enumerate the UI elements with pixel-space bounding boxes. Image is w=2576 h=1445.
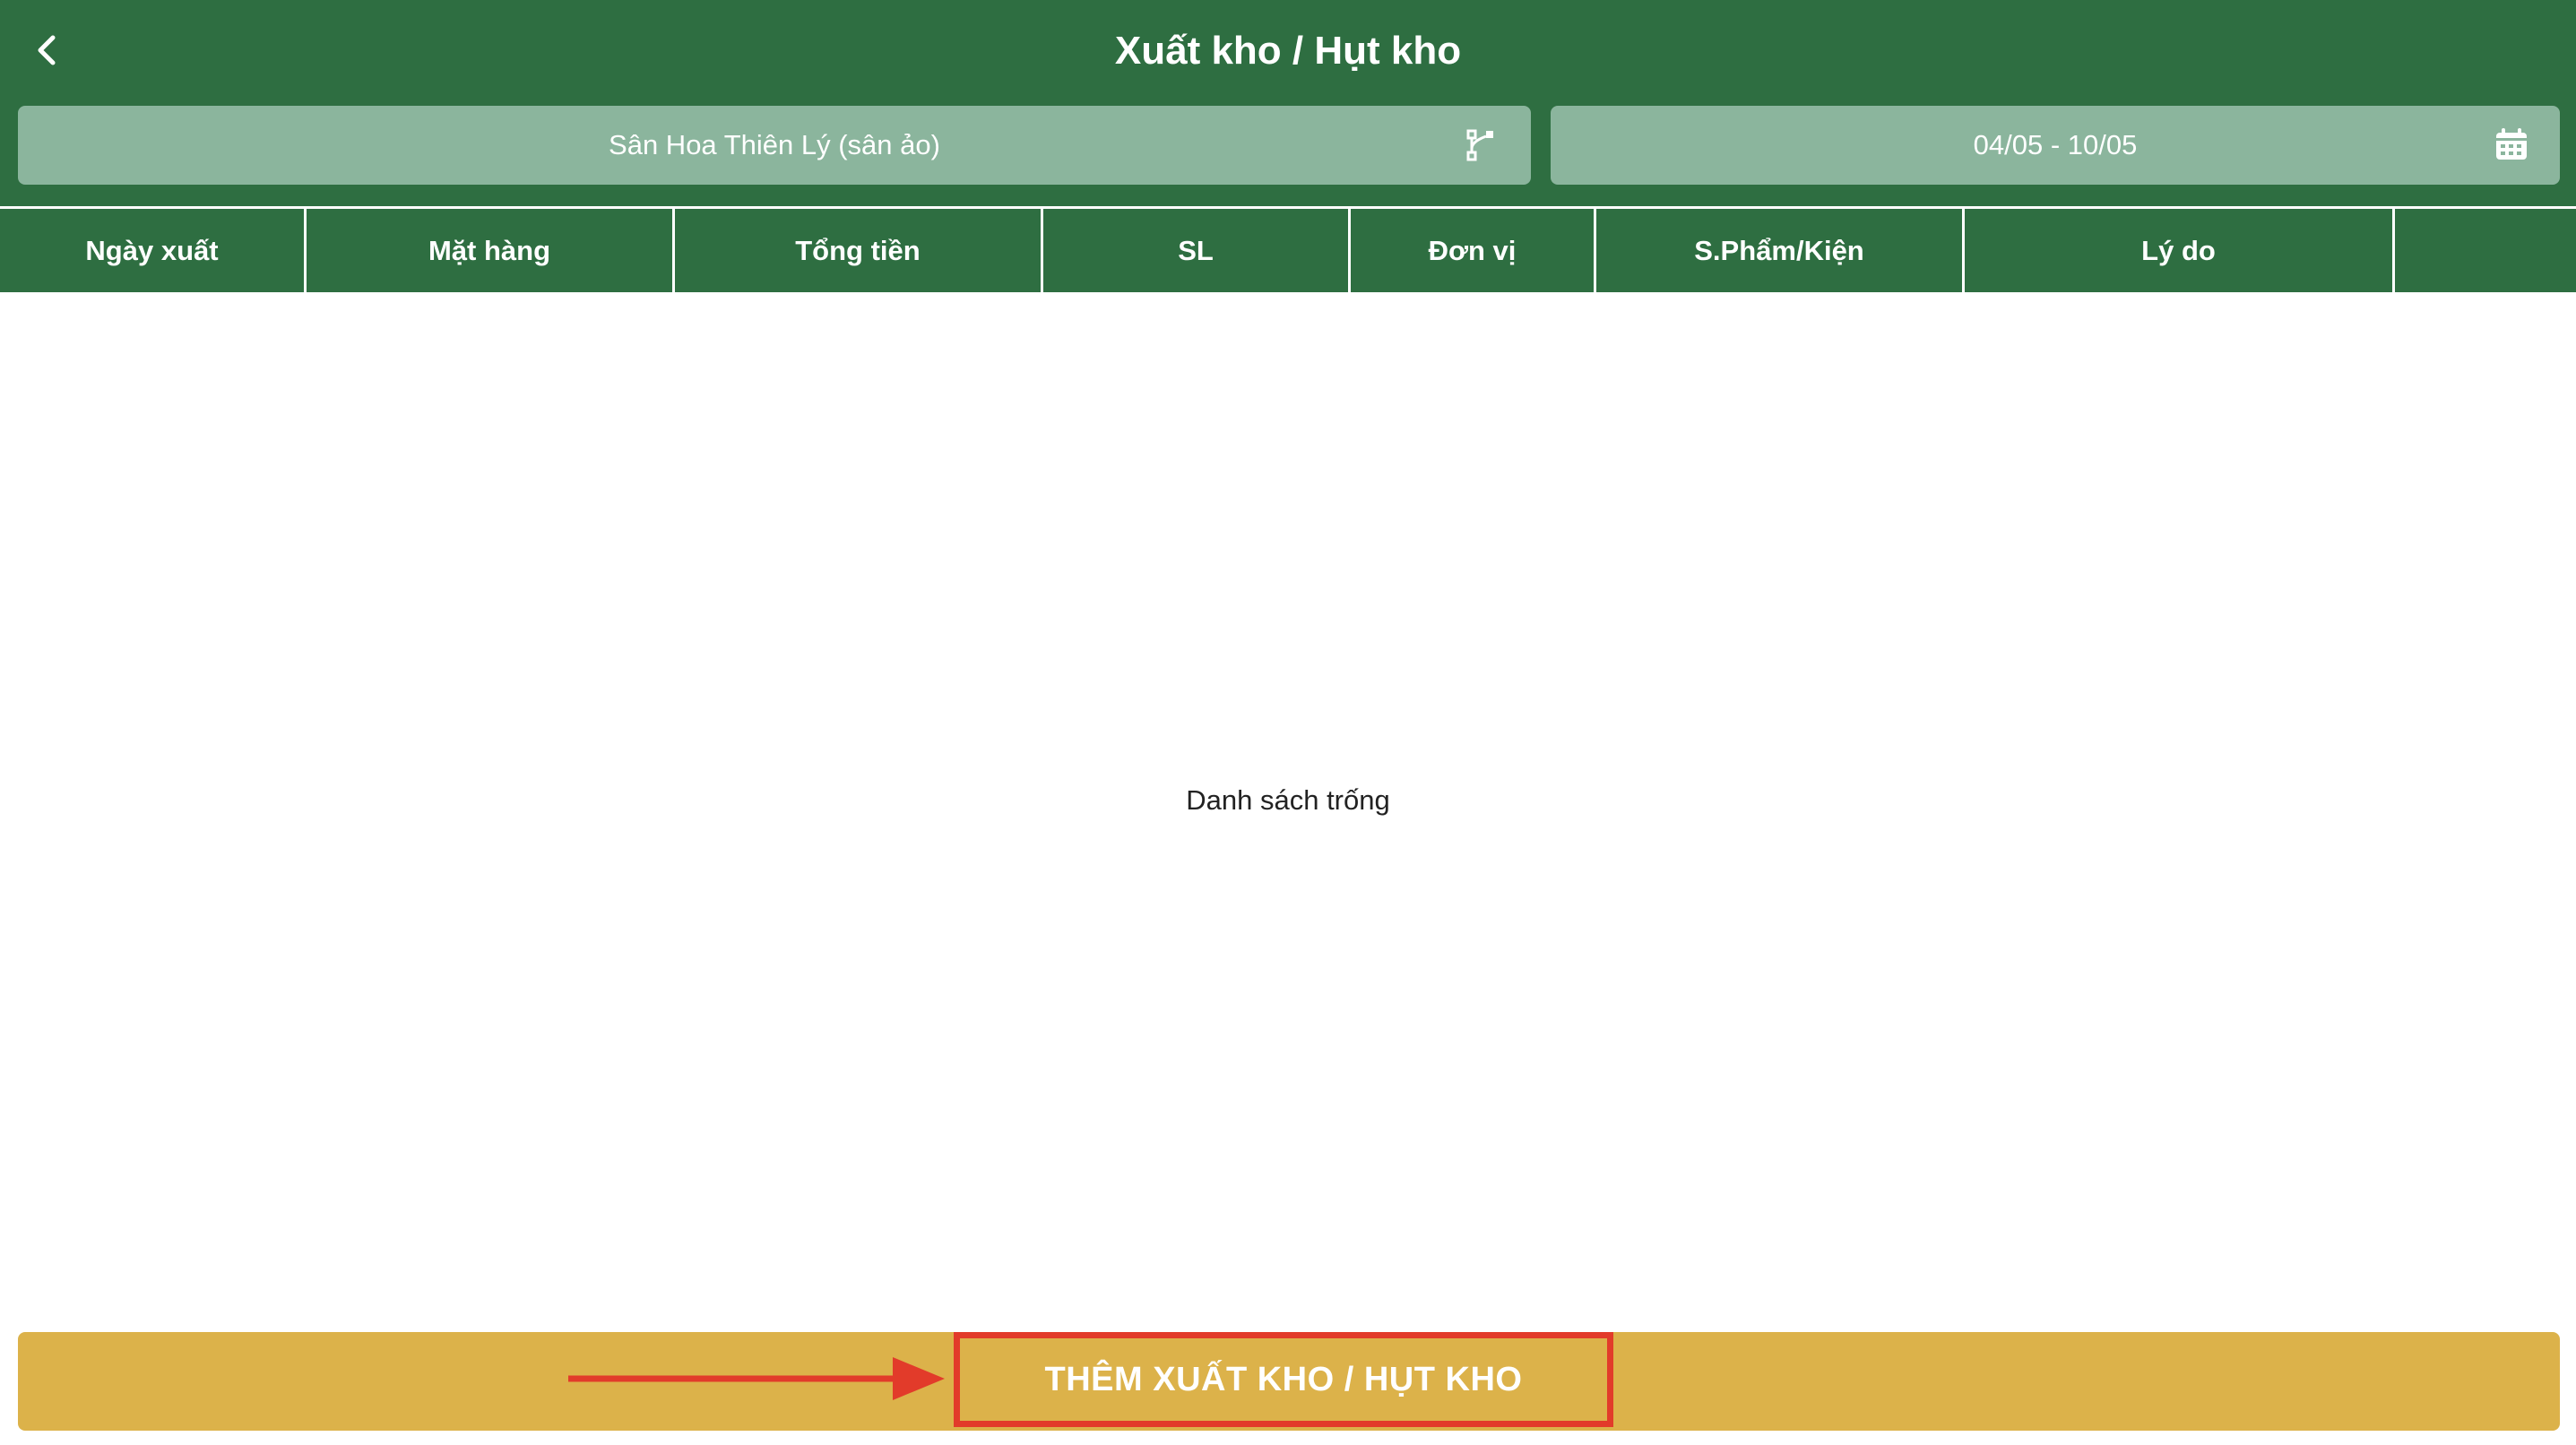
branch-icon (1466, 129, 1493, 161)
column-header: Đơn vị (1351, 209, 1596, 292)
header: Xuất kho / Hụt kho Sân Hoa Thiên Lý (sân… (0, 0, 2576, 206)
date-range-label: 04/05 - 10/05 (1973, 129, 2138, 160)
column-header: S.Phẩm/Kiện (1596, 209, 1965, 292)
column-header: SL (1043, 209, 1351, 292)
column-header: Tổng tiền (675, 209, 1043, 292)
branch-selector-label: Sân Hoa Thiên Lý (sân ảo) (609, 129, 940, 160)
column-header: Ngày xuất (0, 209, 307, 292)
page-title: Xuất kho / Hụt kho (1114, 29, 1462, 73)
column-header (2395, 209, 2576, 292)
branch-selector[interactable]: Sân Hoa Thiên Lý (sân ảo) (18, 106, 1531, 185)
empty-list-message: Danh sách trống (1186, 784, 1390, 816)
column-header: Mặt hàng (307, 209, 675, 292)
column-header: Lý do (1965, 209, 2395, 292)
calendar-icon (2496, 128, 2527, 160)
add-export-shortage-button[interactable]: THÊM XUẤT KHO / HỤT KHO (954, 1332, 1613, 1427)
arrow-right-icon (568, 1357, 945, 1400)
date-range-selector[interactable]: 04/05 - 10/05 (1551, 106, 2560, 185)
app-root: Xuất kho / Hụt kho Sân Hoa Thiên Lý (sân… (0, 0, 2576, 1445)
table-header: Ngày xuất Mặt hàng Tổng tiền SL Đơn vị S.Phẩm… (0, 206, 2576, 292)
